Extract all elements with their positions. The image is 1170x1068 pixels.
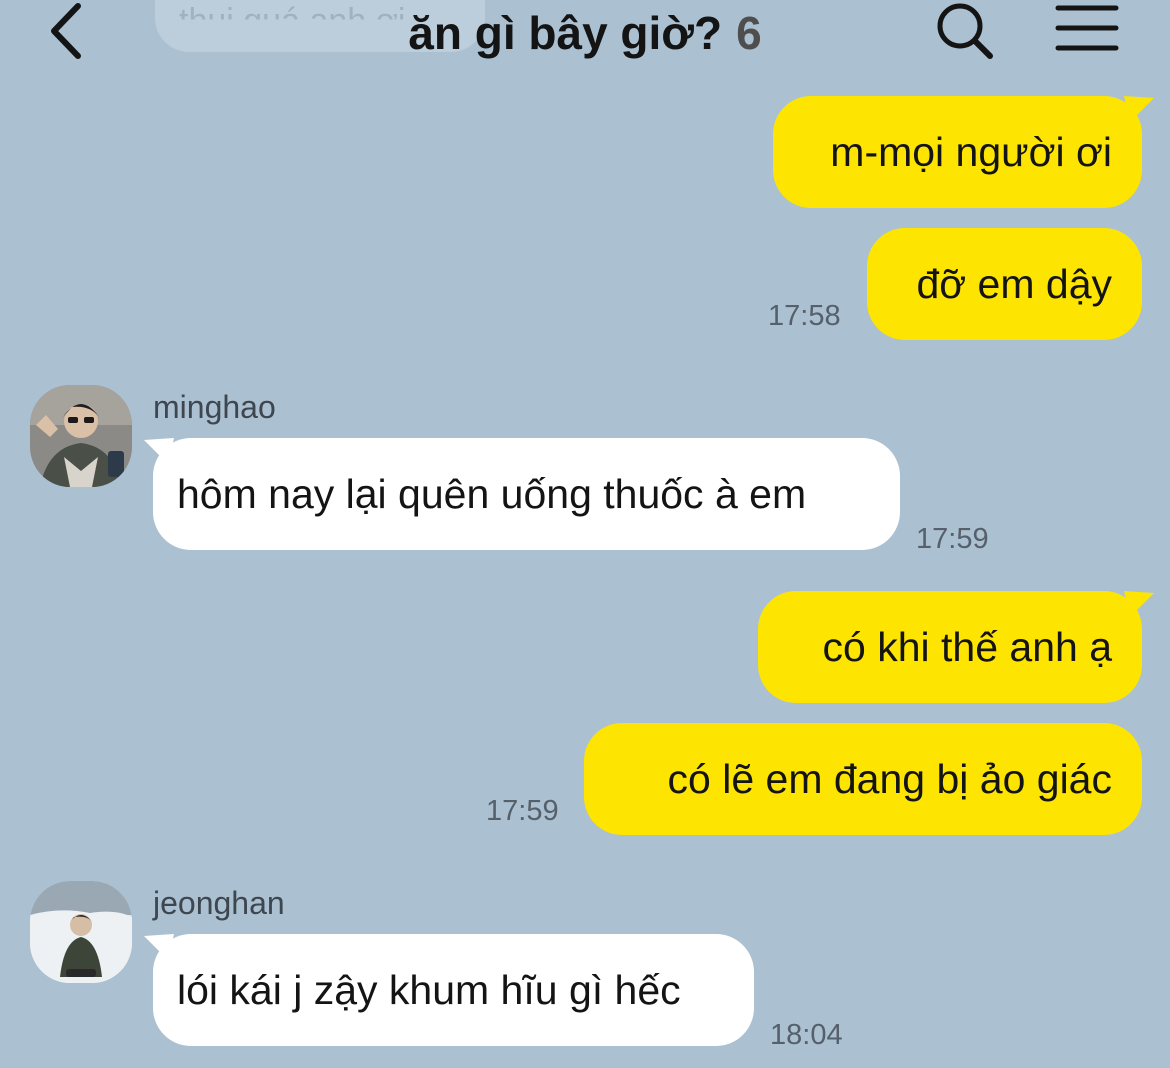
search-button[interactable]: [934, 0, 998, 64]
my-message-bubble[interactable]: có lẽ em đang bị ảo giác: [584, 723, 1142, 835]
chat-header: thui quá anh ơi ăn gì bây giờ? 6: [0, 0, 1170, 90]
message-text: lói kái j zậy khum hĩu gì hếc: [177, 967, 681, 1013]
message-time: 18:04: [770, 1019, 843, 1051]
other-message-bubble[interactable]: hôm nay lại quên uống thuốc à em: [153, 438, 900, 550]
message-text: có lẽ em đang bị ảo giác: [667, 756, 1112, 802]
sender-name: jeonghan: [153, 885, 285, 921]
my-message-bubble[interactable]: đỡ em dậy: [867, 228, 1142, 340]
message-time: 17:58: [768, 300, 841, 332]
message-text: m-mọi người ơi: [830, 129, 1112, 175]
search-icon: [937, 3, 993, 59]
message-text: đỡ em dậy: [916, 261, 1112, 307]
message-time: 17:59: [916, 523, 989, 555]
my-message-bubble[interactable]: m-mọi người ơi: [773, 96, 1142, 208]
chat-name: ăn gì bây giờ?: [408, 7, 723, 59]
message-text: có khi thế anh ạ: [822, 624, 1112, 670]
avatar-minghao[interactable]: [30, 385, 132, 487]
avatar-jeonghan[interactable]: [30, 881, 132, 983]
bubble-tail: [1124, 591, 1154, 617]
member-count: 6: [736, 7, 762, 59]
avatar-photo: [30, 881, 132, 983]
bubble-tail: [1124, 96, 1154, 122]
message-text: hôm nay lại quên uống thuốc à em: [177, 471, 807, 517]
sender-name: minghao: [153, 389, 276, 425]
my-message-bubble[interactable]: có khi thế anh ạ: [758, 591, 1142, 703]
menu-button[interactable]: [1052, 0, 1122, 64]
message-time: 17:59: [486, 795, 559, 827]
menu-icon: [1055, 5, 1119, 51]
avatar-photo: [30, 385, 132, 487]
other-message-bubble[interactable]: lói kái j zậy khum hĩu gì hếc: [153, 934, 754, 1046]
